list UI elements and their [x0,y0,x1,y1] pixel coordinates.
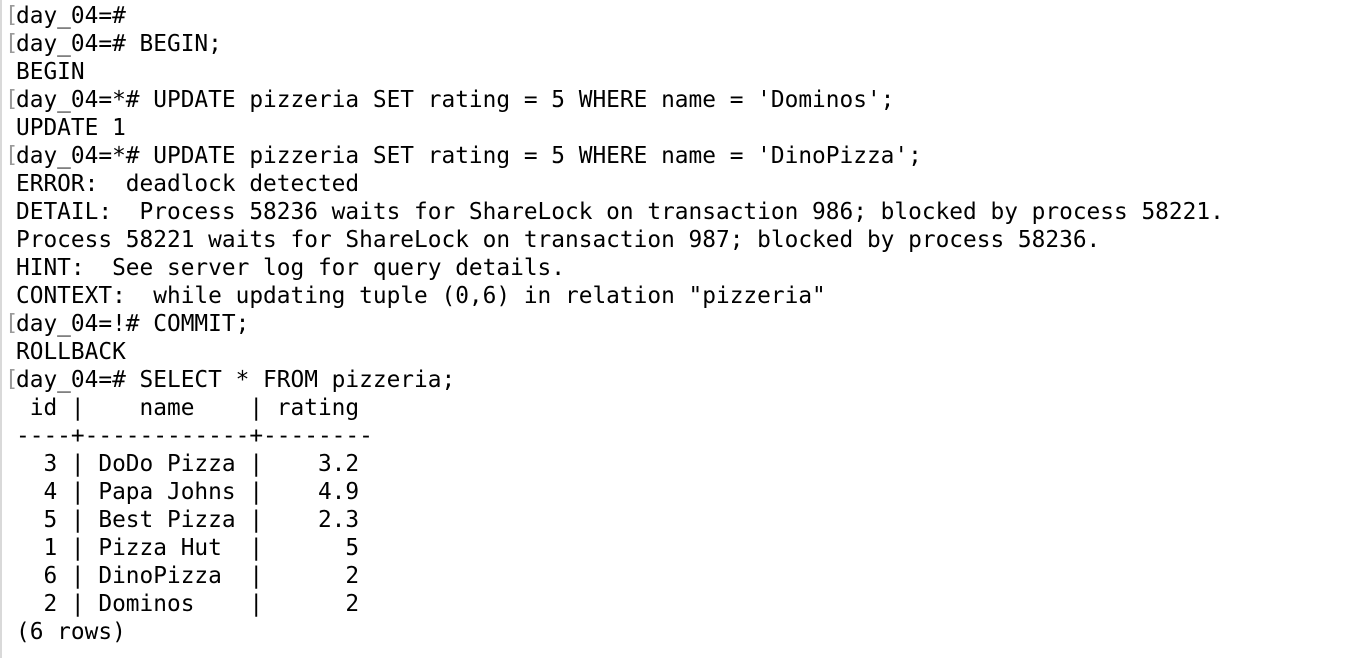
prompt-line: day_04=# SELECT * FROM pizzeria; [5,366,1224,394]
prompt-line: day_04=*# UPDATE pizzeria SET rating = 5… [5,86,1224,114]
output-line: UPDATE 1 [16,115,126,141]
output-line: 4 | Papa Johns | 4.9 [16,479,360,505]
output-line: 1 | Pizza Hut | 5 [16,535,360,561]
output-line: (6 rows) [16,619,126,645]
prompt-line: day_04=# [5,2,1224,30]
output-line: HINT: See server log for query details. [16,255,565,281]
output-line: BEGIN [16,59,85,85]
output-line: ROLLBACK [16,339,126,365]
output-line: 6 | DinoPizza | 2 [16,563,360,589]
output-line: ERROR: deadlock detected [16,171,360,197]
output-line: 3 | DoDo Pizza | 3.2 [16,451,360,477]
output-line: ----+------------+-------- [16,423,373,449]
terminal-output: day_04=#day_04=# BEGIN;BEGINday_04=*# UP… [5,2,1224,646]
output-line: 2 | Dominos | 2 [16,591,360,617]
output-line: id | name | rating [16,395,360,421]
output-line: Process 58221 waits for ShareLock on tra… [16,227,1101,253]
output-line: 5 | Best Pizza | 2.3 [16,507,360,533]
output-line: DETAIL: Process 58236 waits for ShareLoc… [16,199,1224,225]
output-line: CONTEXT: while updating tuple (0,6) in r… [16,283,826,309]
terminal-window[interactable]: day_04=#day_04=# BEGIN;BEGINday_04=*# UP… [0,0,1356,658]
prompt-line: day_04=*# UPDATE pizzeria SET rating = 5… [5,142,1224,170]
prompt-line: day_04=!# COMMIT; [5,310,1224,338]
prompt-line: day_04=# BEGIN; [5,30,1224,58]
